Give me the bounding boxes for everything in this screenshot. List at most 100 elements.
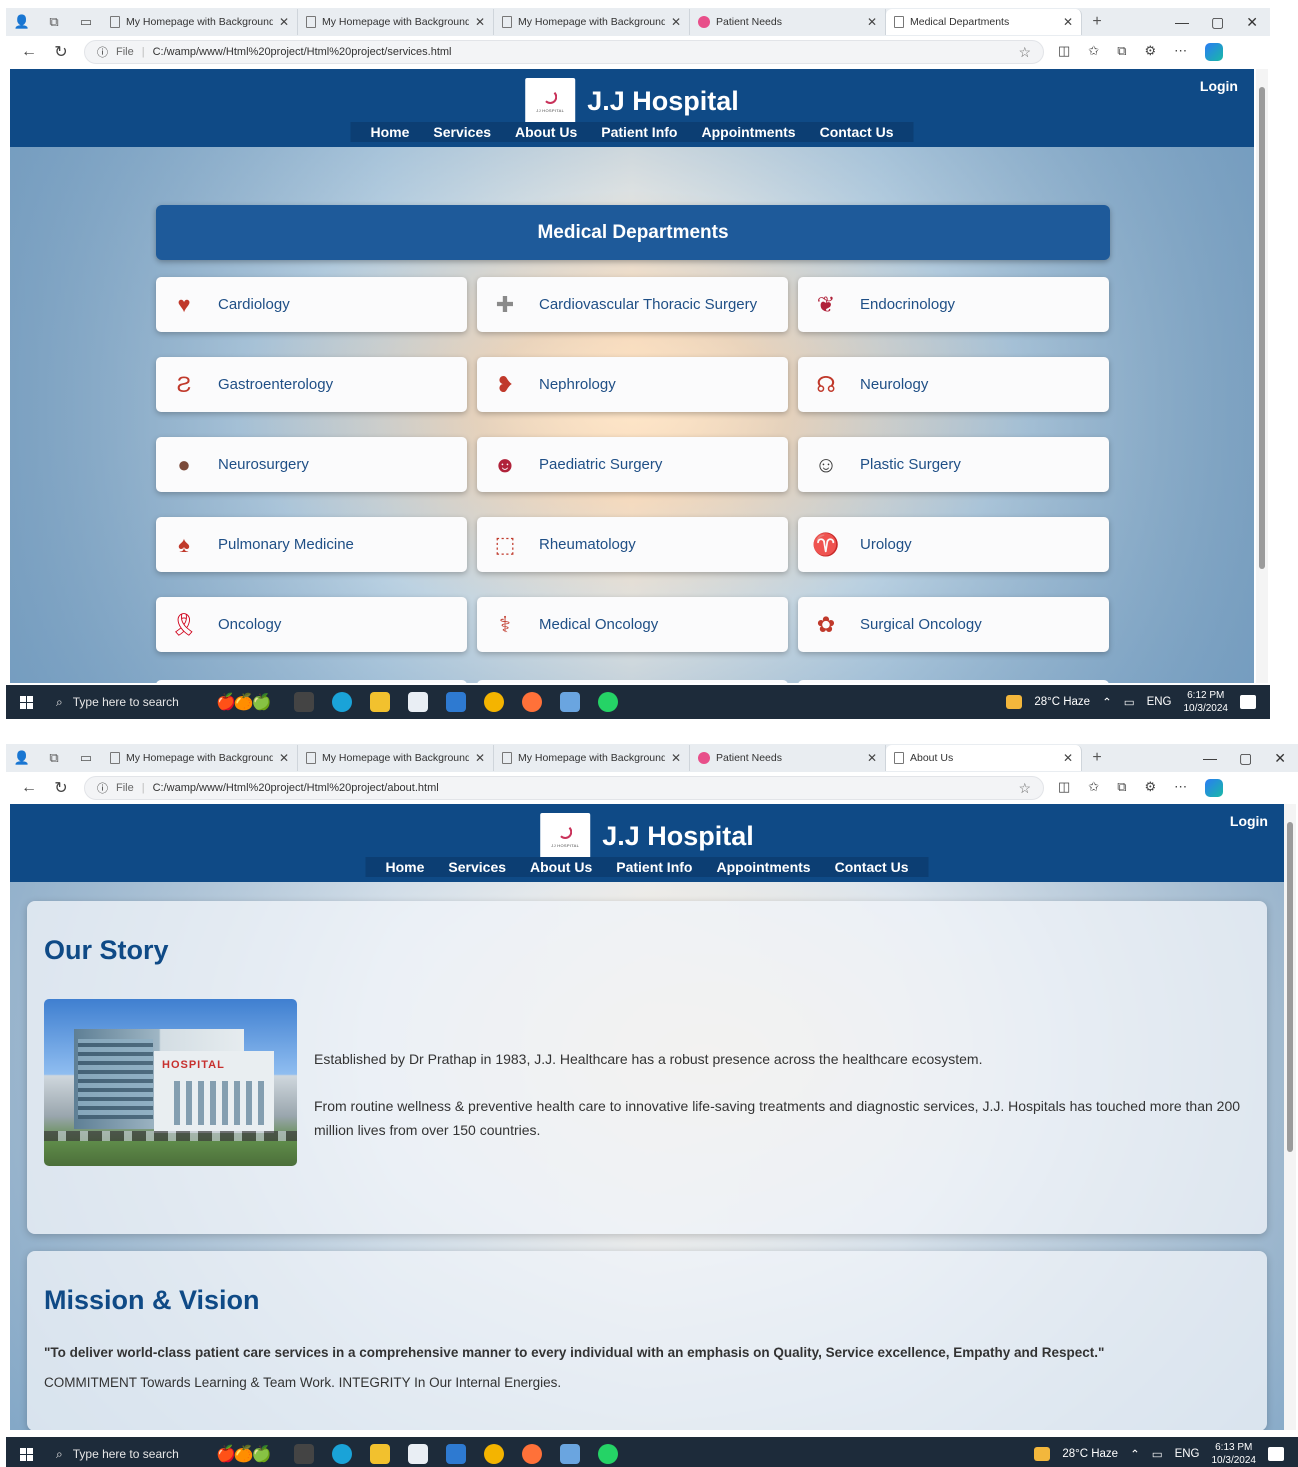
workspaces-icon[interactable]: ⧉ [38,14,70,30]
info-icon[interactable]: ⓘ [97,44,108,60]
whatsapp-icon[interactable] [597,1444,618,1464]
weather-text[interactable]: 28°C Haze [1062,1448,1118,1460]
close-icon[interactable]: ✕ [867,751,877,765]
browser-tab[interactable]: Patient Needs ✕ [690,9,886,35]
close-icon[interactable]: ✕ [475,15,485,29]
favorites-icon[interactable]: ✩ [1088,43,1099,61]
collections-icon[interactable]: ⧉ [1117,779,1126,797]
department-card[interactable]: ♥ Cardiology [156,277,467,332]
browser-tab[interactable]: My Homepage with Background ✕ [494,9,690,35]
maximize-icon[interactable]: ▢ [1239,750,1252,767]
nav-contact-us[interactable]: Contact Us [823,859,921,875]
minimize-icon[interactable]: — [1203,750,1217,767]
nav-services[interactable]: Services [421,124,503,140]
browser-tab[interactable]: My Homepage with Background ✕ [494,745,690,771]
weather-icon[interactable] [1034,1447,1051,1461]
nav-about-us[interactable]: About Us [518,859,604,875]
copilot-icon[interactable] [1205,43,1224,61]
back-icon[interactable]: ← [20,779,38,797]
close-icon[interactable]: ✕ [279,15,289,29]
close-icon[interactable]: ✕ [279,751,289,765]
close-icon[interactable]: ✕ [1063,15,1073,29]
refresh-icon[interactable]: ↻ [52,42,70,62]
split-screen-icon[interactable]: ◫ [1058,779,1070,797]
brand[interactable]: JJ HOSPITAL J.J Hospital [540,813,754,859]
copilot-icon[interactable] [1205,779,1224,797]
browser-tab[interactable]: My Homepage with Background ✕ [102,745,298,771]
browser-tab[interactable]: Patient Needs ✕ [690,745,886,771]
clock[interactable]: 6:12 PM 10/3/2024 [1184,689,1229,715]
maximize-icon[interactable]: ▢ [1211,14,1224,31]
windows-start-icon[interactable] [6,695,46,709]
nav-appointments[interactable]: Appointments [704,859,822,875]
close-icon[interactable]: ✕ [671,751,681,765]
close-icon[interactable]: ✕ [671,15,681,29]
taskbar-search[interactable]: ⌕ Type here to search [46,685,206,719]
notification-icon[interactable] [1240,695,1256,709]
department-card[interactable]: ☺ Plastic Surgery [798,437,1109,492]
url-field[interactable]: ⓘ File | C:/wamp/www/Html%20project/Html… [84,40,1044,64]
login-link[interactable]: Login [1230,813,1268,829]
close-icon[interactable]: ✕ [867,15,877,29]
mail-icon[interactable] [445,1444,466,1464]
store-icon[interactable] [407,692,428,712]
department-card[interactable]: ❦ Endocrinology [798,277,1109,332]
brand[interactable]: JJ HOSPITAL J.J Hospital [525,78,739,124]
vertical-scrollbar[interactable] [1256,69,1268,683]
department-card[interactable]: 🎗 Oncology [156,597,467,652]
split-screen-icon[interactable]: ◫ [1058,43,1070,61]
favorite-star-icon[interactable]: ☆ [1018,780,1031,797]
browser-tab-active[interactable]: Medical Departments ✕ [886,9,1082,35]
department-card[interactable]: ● Neurosurgery [156,437,467,492]
file-explorer-icon[interactable] [369,1444,390,1464]
language-indicator[interactable]: ENG [1175,1448,1200,1460]
chevron-up-icon[interactable]: ⌃ [1102,695,1112,709]
notification-icon[interactable] [1268,1447,1284,1461]
url-field[interactable]: ⓘ File | C:/wamp/www/Html%20project/Html… [84,776,1044,800]
chevron-up-icon[interactable]: ⌃ [1130,1447,1140,1461]
close-window-icon[interactable]: ✕ [1274,750,1286,767]
chrome-icon[interactable] [483,692,504,712]
edge-icon[interactable] [331,1444,352,1464]
task-view-icon[interactable] [293,1444,314,1464]
favorite-star-icon[interactable]: ☆ [1018,44,1031,61]
close-icon[interactable]: ✕ [475,751,485,765]
firefox-icon[interactable] [521,1444,542,1464]
extensions-icon[interactable]: ⚙ [1145,779,1157,797]
clock[interactable]: 6:13 PM 10/3/2024 [1212,1441,1257,1467]
fruit-widget-icon[interactable]: 🍎🍊🍏 [216,1444,272,1464]
nav-home[interactable]: Home [374,859,437,875]
whatsapp-icon[interactable] [597,692,618,712]
mail-icon[interactable] [445,692,466,712]
store-icon[interactable] [407,1444,428,1464]
browser-tab[interactable]: My Homepage with Background ✕ [102,9,298,35]
edge-icon[interactable] [331,692,352,712]
department-card[interactable]: ♈ Urology [798,517,1109,572]
browser-tab[interactable]: My Homepage with Background ✕ [298,9,494,35]
close-icon[interactable]: ✕ [1063,751,1073,765]
department-card[interactable]: ♠ Pulmonary Medicine [156,517,467,572]
login-link[interactable]: Login [1200,78,1238,94]
notes-icon[interactable] [559,1444,580,1464]
collections-icon[interactable]: ⧉ [1117,43,1126,61]
tab-actions-icon[interactable]: ▭ [70,750,102,766]
file-explorer-icon[interactable] [369,692,390,712]
new-tab-icon[interactable]: + [1082,749,1112,767]
department-card[interactable]: ⚕ Medical Oncology [477,597,788,652]
nav-home[interactable]: Home [359,124,422,140]
department-card[interactable]: Ƨ Gastroenterology [156,357,467,412]
close-window-icon[interactable]: ✕ [1246,14,1258,31]
department-card[interactable]: ✿ Surgical Oncology [798,597,1109,652]
info-icon[interactable]: ⓘ [97,780,108,796]
nav-services[interactable]: Services [436,859,518,875]
department-card[interactable]: ❥ Nephrology [477,357,788,412]
task-view-icon[interactable] [293,692,314,712]
refresh-icon[interactable]: ↻ [52,778,70,798]
browser-tab[interactable]: My Homepage with Background ✕ [298,745,494,771]
network-icon[interactable]: ▭ [1124,695,1135,709]
back-icon[interactable]: ← [20,43,38,61]
workspaces-icon[interactable]: ⧉ [38,750,70,766]
department-card[interactable]: ☊ Neurology [798,357,1109,412]
department-card[interactable]: ⬚ Rheumatology [477,517,788,572]
weather-icon[interactable] [1006,695,1023,709]
